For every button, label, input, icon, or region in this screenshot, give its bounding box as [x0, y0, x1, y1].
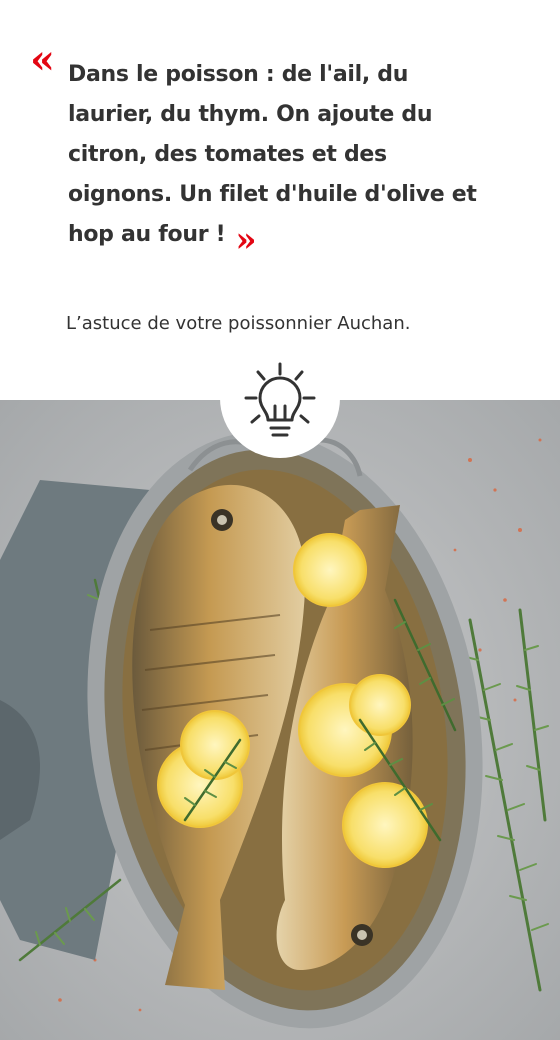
tip-quote-section: « Dans le poisson : de l'ail, du laurier… — [0, 0, 560, 400]
open-quote-mark: « — [30, 36, 55, 83]
close-quote-mark: » — [235, 220, 257, 260]
quote-attribution: L’astuce de votre poissonnier Auchan. — [66, 313, 411, 334]
tip-quote: Dans le poisson : de l'ail, du laurier, … — [68, 55, 488, 260]
tip-quote-text: Dans le poisson : de l'ail, du laurier, … — [68, 62, 477, 247]
baked-fish-photo — [0, 400, 560, 1040]
lightbulb-icon — [244, 362, 316, 437]
